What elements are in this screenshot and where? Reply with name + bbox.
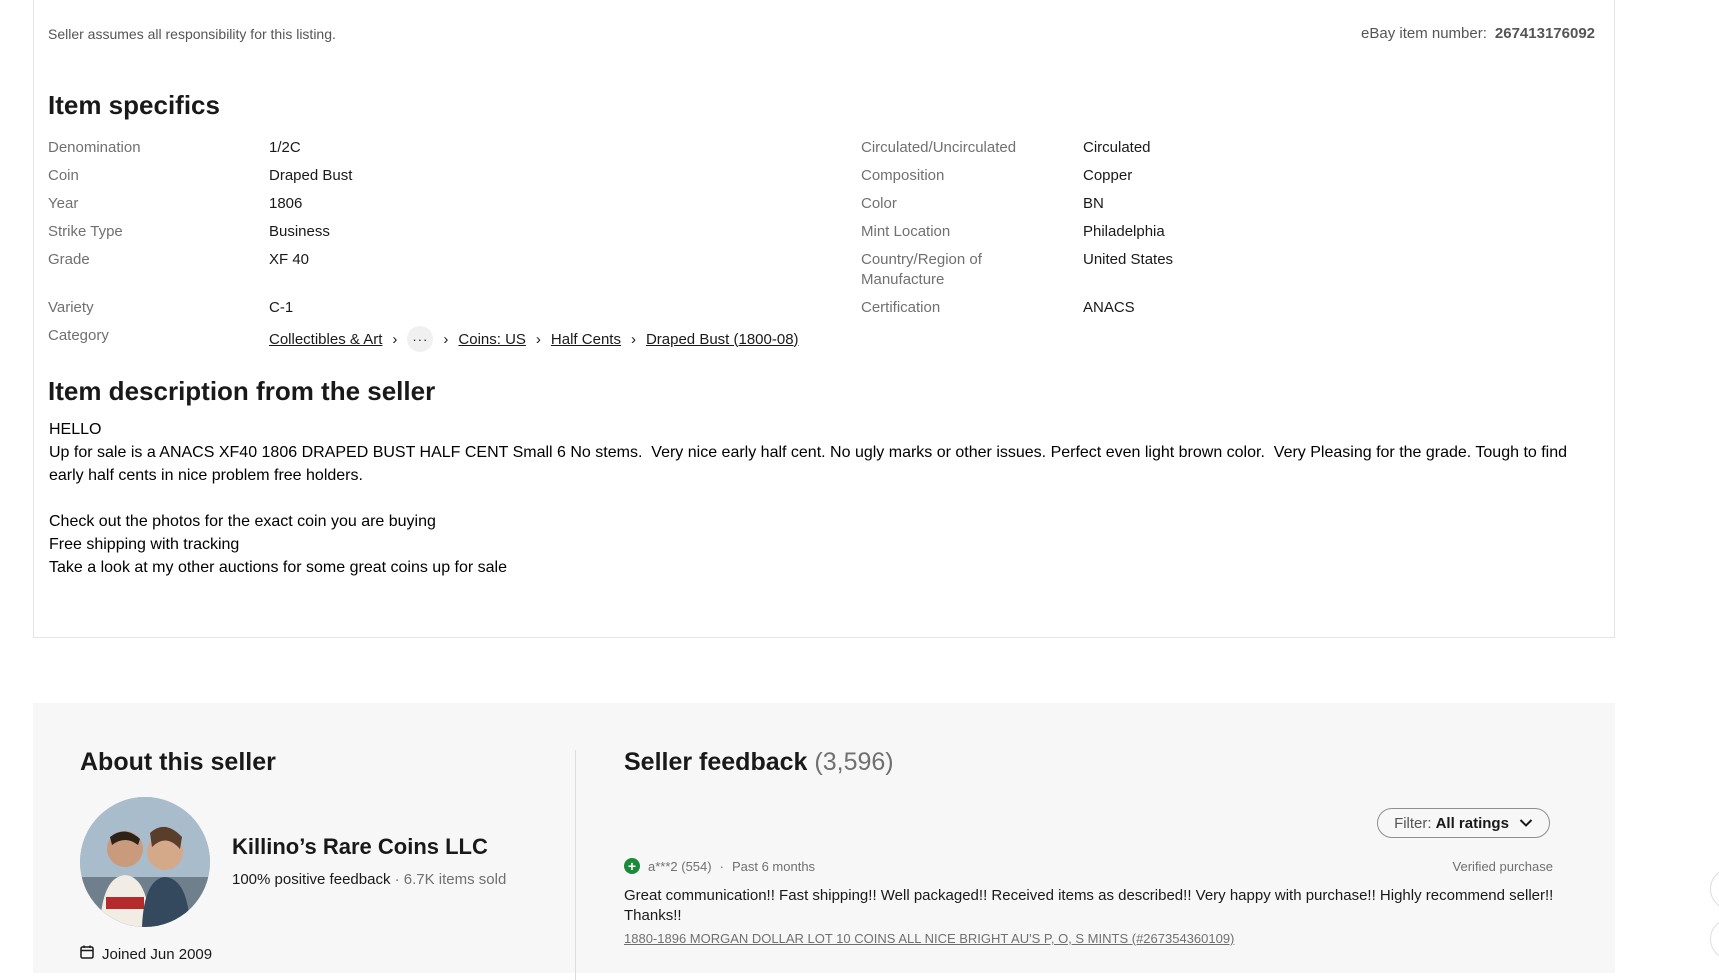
seller-disclaimer: Seller assumes all responsibility for th…: [48, 26, 336, 42]
category-breadcrumb: Collectibles & Art › ··· › Coins: US › H…: [269, 326, 799, 352]
filter-label: Filter:: [1394, 814, 1432, 832]
spec-label: Circulated/Uncirculated: [861, 139, 1017, 156]
spec-value: Philadelphia: [1083, 223, 1165, 240]
spec-value: 1806: [269, 195, 303, 212]
spec-label: Category: [48, 327, 109, 344]
spec-value: Draped Bust: [269, 167, 353, 184]
spec-value: Circulated: [1083, 139, 1151, 156]
crumb-half-cents[interactable]: Half Cents: [551, 331, 621, 348]
spec-label: Certification: [861, 299, 941, 316]
crumb-coins-us[interactable]: Coins: US: [458, 331, 526, 348]
spec-label: Composition: [861, 167, 945, 184]
chevron-right-icon: ›: [535, 330, 541, 348]
feedback-text: Great communication!! Fast shipping!! We…: [624, 887, 1554, 924]
spec-label: Strike Type: [48, 223, 123, 240]
positive-feedback: 100% positive feedback: [232, 871, 391, 888]
seller-avatar[interactable]: [80, 797, 210, 927]
seller-joined: Joined Jun 2009: [80, 945, 212, 963]
spec-label: Variety: [48, 299, 94, 316]
section-divider: [575, 750, 576, 980]
side-scroll-button[interactable]: [1710, 918, 1719, 960]
feedback-meta: + a***2 (554) · Past 6 months: [624, 858, 815, 874]
side-scroll-button[interactable]: [1710, 868, 1719, 910]
joined-text: Joined Jun 2009: [102, 945, 213, 963]
spec-value: C-1: [269, 299, 294, 316]
items-sold: 6.7K items sold: [403, 871, 507, 888]
item-number: eBay item number: 267413176092: [1361, 25, 1595, 42]
item-number-value: 267413176092: [1494, 25, 1595, 42]
chevron-right-icon: ›: [630, 330, 636, 348]
spec-label: Country/Region of Manufacture: [861, 251, 982, 288]
seller-feedback-title: Seller feedback (3,596): [624, 748, 894, 776]
seller-name[interactable]: Killino’s Rare Coins LLC: [232, 834, 488, 860]
filter-value: All ratings: [1435, 814, 1509, 832]
spec-value: XF 40: [269, 251, 310, 268]
feedback-filter-button[interactable]: Filter: All ratings: [1377, 808, 1550, 838]
spec-value: Copper: [1083, 167, 1133, 184]
feedback-time: Past 6 months: [731, 858, 816, 874]
chevron-right-icon: ›: [392, 330, 398, 348]
chevron-right-icon: ›: [443, 330, 449, 348]
item-number-label: eBay item number:: [1361, 25, 1487, 42]
spec-value: BN: [1083, 195, 1104, 212]
item-specifics-title: Item specifics: [48, 90, 220, 120]
verified-purchase: Verified purchase: [1452, 859, 1553, 874]
feedback-count: (3,596): [814, 748, 894, 776]
more-categories-button[interactable]: ···: [407, 326, 434, 352]
spec-label: Mint Location: [861, 223, 951, 240]
calendar-icon: [80, 945, 94, 963]
description-body: HELLO Up for sale is a ANACS XF40 1806 D…: [49, 421, 1568, 576]
spec-label: Color: [861, 195, 897, 212]
feedback-user: a***2 (554): [648, 858, 712, 874]
spec-value: Business: [269, 223, 330, 240]
spec-value: United States: [1083, 251, 1174, 268]
spec-label: Denomination: [48, 139, 141, 156]
spec-value: ANACS: [1083, 299, 1135, 316]
spec-label: Year: [48, 195, 79, 212]
chevron-down-icon: [1519, 815, 1533, 832]
spec-label: Grade: [48, 251, 90, 268]
spec-value: 1/2C: [269, 139, 301, 156]
positive-rating-icon: +: [624, 858, 640, 874]
seller-stats: 100% positive feedback · 6.7K items sold: [232, 871, 507, 888]
spec-label: Coin: [48, 167, 79, 184]
crumb-draped-bust[interactable]: Draped Bust (1800-08): [646, 331, 799, 348]
description-title: Item description from the seller: [48, 376, 436, 406]
about-seller-title: About this seller: [80, 748, 276, 776]
crumb-collectibles-art[interactable]: Collectibles & Art: [269, 331, 382, 348]
feedback-item-link[interactable]: 1880-1896 MORGAN DOLLAR LOT 10 COINS ALL…: [624, 931, 1234, 946]
